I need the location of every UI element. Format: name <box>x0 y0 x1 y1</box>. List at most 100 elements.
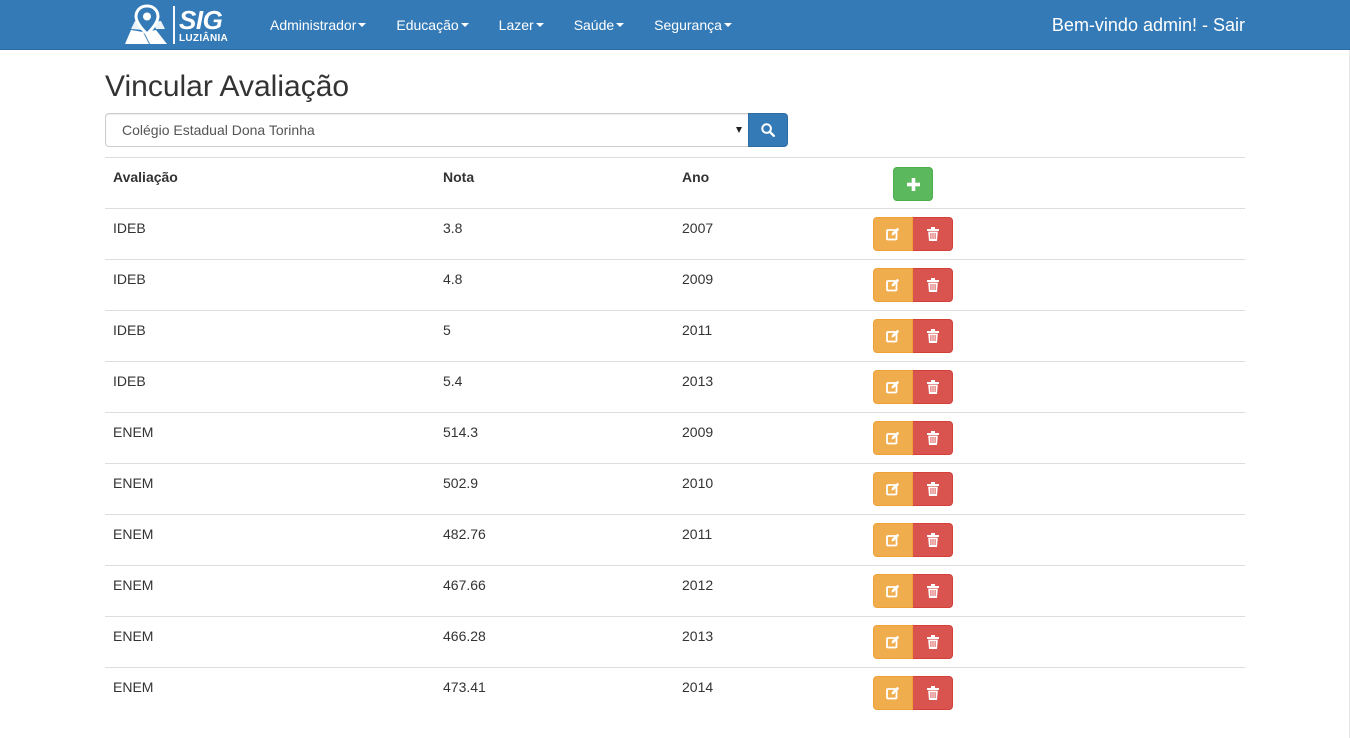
edit-icon <box>886 533 900 547</box>
cell-avaliacao: ENEM <box>113 577 154 593</box>
school-select[interactable]: Colégio Estadual Dona Torinha <box>105 113 749 147</box>
edit-button[interactable] <box>873 676 913 710</box>
add-evaluation-button[interactable] <box>893 167 933 201</box>
plus-icon <box>906 177 920 191</box>
school-select-value: Colégio Estadual Dona Torinha <box>122 122 315 138</box>
menu-label: Administrador <box>270 17 357 33</box>
table-row: IDEB 3.8 2007 <box>105 208 1245 259</box>
edit-icon <box>886 584 900 598</box>
menu-label: Lazer <box>498 17 534 33</box>
table-row: ENEM 514.3 2009 <box>105 412 1245 463</box>
cell-avaliacao: IDEB <box>113 322 146 338</box>
table-row: ENEM 467.66 2012 <box>105 565 1245 616</box>
row-actions <box>873 472 953 506</box>
menu-label: Segurança <box>654 17 722 33</box>
menu-seguranca[interactable]: Segurança <box>639 0 747 50</box>
cell-ano: 2013 <box>682 628 714 644</box>
edit-icon <box>886 635 900 649</box>
cell-ano: 2014 <box>682 679 714 695</box>
delete-button[interactable] <box>913 370 953 404</box>
search-icon <box>761 123 775 137</box>
cell-avaliacao: ENEM <box>113 526 154 542</box>
edit-button[interactable] <box>873 472 913 506</box>
edit-button[interactable] <box>873 523 913 557</box>
edit-button[interactable] <box>873 217 913 251</box>
edit-button[interactable] <box>873 421 913 455</box>
cell-nota: 5.4 <box>443 373 463 389</box>
column-header-ano: Ano <box>682 169 710 185</box>
edit-icon <box>886 482 900 496</box>
delete-button[interactable] <box>913 217 953 251</box>
cell-nota: 466.28 <box>443 628 486 644</box>
cell-avaliacao: ENEM <box>113 628 154 644</box>
caret-down-icon <box>358 23 367 27</box>
row-actions <box>873 217 953 251</box>
delete-button[interactable] <box>913 523 953 557</box>
edit-icon <box>886 278 900 292</box>
trash-icon <box>926 227 939 241</box>
table-row: IDEB 5.4 2013 <box>105 361 1245 412</box>
table-header: Avaliação Nota Ano <box>105 157 1245 208</box>
edit-icon <box>886 227 900 241</box>
edit-button[interactable] <box>873 625 913 659</box>
row-actions <box>873 268 953 302</box>
menu-label: Saúde <box>573 17 615 33</box>
welcome-logout-link[interactable]: Bem-vindo admin! - Sair <box>1052 14 1245 36</box>
edit-button[interactable] <box>873 370 913 404</box>
search-button[interactable] <box>748 113 788 147</box>
caret-down-icon <box>616 23 625 27</box>
delete-button[interactable] <box>913 421 953 455</box>
main-menu: Administrador Educação Lazer Saúde Segur… <box>255 0 747 50</box>
map-pin-icon <box>123 4 169 46</box>
dropdown-arrow-icon <box>736 127 742 133</box>
delete-button[interactable] <box>913 472 953 506</box>
cell-nota: 473.41 <box>443 679 486 695</box>
menu-saude[interactable]: Saúde <box>559 0 639 50</box>
row-actions <box>873 319 953 353</box>
delete-button[interactable] <box>913 268 953 302</box>
caret-down-icon <box>460 23 469 27</box>
trash-icon <box>926 584 939 598</box>
edit-button[interactable] <box>873 319 913 353</box>
cell-avaliacao: ENEM <box>113 475 154 491</box>
cell-nota: 514.3 <box>443 424 479 440</box>
brand-logo[interactable]: SIG LUZIÂNIA <box>123 4 228 46</box>
edit-button[interactable] <box>873 268 913 302</box>
brand-wordmark: SIG LUZIÂNIA <box>179 7 228 44</box>
menu-administrador[interactable]: Administrador <box>255 0 381 50</box>
cell-ano: 2010 <box>682 475 714 491</box>
edit-icon <box>886 686 900 700</box>
cell-avaliacao: ENEM <box>113 679 154 695</box>
delete-button[interactable] <box>913 676 953 710</box>
evaluations-table: Avaliação Nota Ano IDEB 3.8 2007 IDEB 4.8 200… <box>105 157 1245 718</box>
caret-down-icon <box>535 23 544 27</box>
column-header-avaliacao: Avaliação <box>113 169 178 185</box>
delete-button[interactable] <box>913 625 953 659</box>
row-actions <box>873 523 953 557</box>
cell-nota: 482.76 <box>443 526 486 542</box>
delete-button[interactable] <box>913 319 953 353</box>
menu-label: Educação <box>396 17 459 33</box>
cell-avaliacao: ENEM <box>113 424 154 440</box>
edit-button[interactable] <box>873 574 913 608</box>
table-row: ENEM 473.41 2014 <box>105 667 1245 718</box>
menu-lazer[interactable]: Lazer <box>484 0 559 50</box>
row-actions <box>873 625 953 659</box>
menu-educacao[interactable]: Educação <box>381 0 483 50</box>
edit-icon <box>886 431 900 445</box>
table-row: ENEM 502.9 2010 <box>105 463 1245 514</box>
trash-icon <box>926 686 939 700</box>
top-navbar: SIG LUZIÂNIA Administrador Educação Laze… <box>0 0 1350 50</box>
delete-button[interactable] <box>913 574 953 608</box>
cell-ano: 2007 <box>682 220 714 236</box>
cell-avaliacao: IDEB <box>113 220 146 236</box>
cell-ano: 2012 <box>682 577 714 593</box>
table-row: ENEM 482.76 2011 <box>105 514 1245 565</box>
cell-avaliacao: IDEB <box>113 271 146 287</box>
row-actions <box>873 370 953 404</box>
cell-ano: 2011 <box>682 322 713 338</box>
trash-icon <box>926 635 939 649</box>
cell-nota: 467.66 <box>443 577 486 593</box>
cell-nota: 4.8 <box>443 271 463 287</box>
edit-icon <box>886 329 900 343</box>
